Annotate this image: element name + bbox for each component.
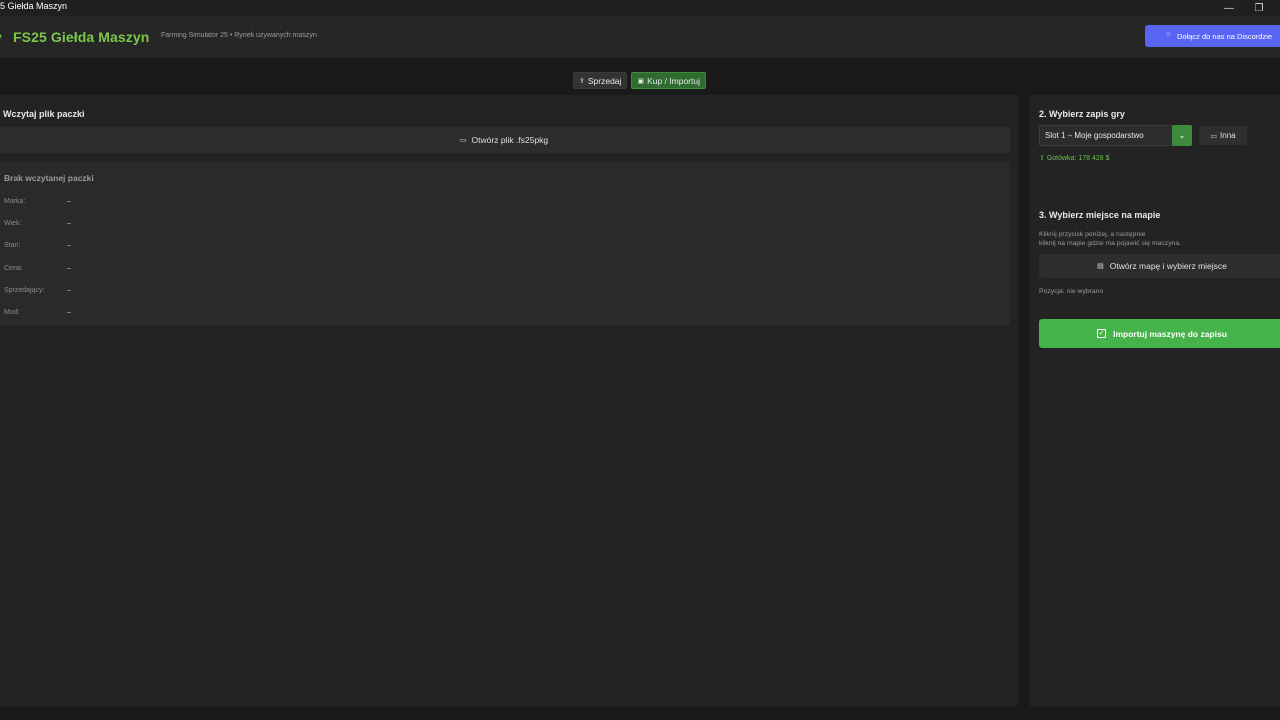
- upload-icon: ⇪: [579, 77, 585, 85]
- package-row-value: –: [67, 287, 71, 294]
- tab-sell-label: Sprzedaj: [587, 75, 622, 86]
- package-row-key: Marka:: [4, 198, 26, 205]
- window-title: 5 Giełda Maszyn: [0, 1, 68, 11]
- package-row-age: Wiek: –: [4, 220, 304, 227]
- app-subtitle: Farming Simulator 25 • Rynek używanych m…: [161, 32, 317, 39]
- import-settings-panel: 2. Wybierz zapis gry Slot 1 – Moje gospo…: [1029, 95, 1280, 707]
- choose-save-title: 2. Wybierz zapis gry: [1039, 109, 1125, 119]
- tab-buy-import-label: Kup / Importuj: [647, 75, 700, 86]
- package-row-key: Stan:: [4, 242, 21, 249]
- checkbox-icon: ✓: [1097, 329, 1107, 338]
- package-info-card: Brak wczytanej paczki Marka: – Wiek: – Sta…: [0, 161, 1010, 325]
- discord-button[interactable]: ○ Dołącz do nas na Discordzie: [1145, 25, 1280, 47]
- load-package-panel: . Wczytaj plik paczki ▭ Otwórz plik .fs2…: [0, 95, 1018, 707]
- position-status: Pozycja: nie wybrano: [1039, 288, 1104, 295]
- map-hint: Kliknij przycisk poniżej, a następnie kl…: [1039, 230, 1181, 248]
- package-row-brand: Marka: –: [4, 198, 304, 205]
- open-file-button[interactable]: ▭ Otwórz plik .fs25pkg: [0, 127, 1010, 153]
- package-row-key: Cena:: [4, 265, 23, 272]
- discord-button-label: Dołącz do nas na Discordzie: [1177, 31, 1273, 41]
- chevron-down-icon[interactable]: ⌄: [1172, 125, 1192, 146]
- logo-icon: ♠: [0, 31, 4, 42]
- package-row-value: –: [67, 198, 71, 205]
- package-row-mod: Mod: –: [4, 309, 304, 316]
- import-machine-label: Importuj maszynę do zapisu: [1113, 328, 1227, 339]
- map-hint-line: kliknij na mapie gdzie ma pojawić się ma…: [1039, 240, 1182, 247]
- package-row-key: Wiek:: [4, 220, 22, 227]
- import-machine-button[interactable]: ✓ Importuj maszynę do zapisu: [1039, 319, 1280, 348]
- tab-sell[interactable]: ⇪ Sprzedaj: [573, 72, 628, 89]
- open-map-button[interactable]: ▤ Otwórz mapę i wybierz miejsce: [1039, 254, 1280, 278]
- restore-icon[interactable]: ❐: [1244, 0, 1274, 16]
- cash-text: Gotówka: 178 428 $: [1046, 155, 1110, 162]
- save-slot-value: Slot 1 – Moje gospodarstwo: [1045, 131, 1144, 140]
- other-save-button[interactable]: ▭ Inna: [1199, 126, 1247, 145]
- map-hint-line: Kliknij przycisk poniżej, a następnie: [1039, 231, 1146, 238]
- app-header: ♠ FS25 Giełda Maszyn Farming Simulator 2…: [0, 16, 1280, 58]
- folder-icon: ▭: [1210, 132, 1218, 140]
- package-row-seller: Sprzedający: –: [4, 287, 304, 294]
- tab-buy-import[interactable]: ▣ Kup / Importuj: [631, 72, 706, 89]
- package-row-value: –: [67, 242, 71, 249]
- package-row-key: Sprzedający:: [4, 287, 45, 294]
- money-icon: ⇧: [1039, 155, 1047, 162]
- minimize-icon[interactable]: —: [1214, 0, 1244, 16]
- save-slot-select[interactable]: Slot 1 – Moje gospodarstwo: [1039, 125, 1192, 146]
- app-title: FS25 Giełda Maszyn: [13, 29, 150, 45]
- package-row-condition: Stan: –: [4, 242, 304, 249]
- mode-tabs: ⇪ Sprzedaj ▣ Kup / Importuj: [573, 72, 706, 89]
- load-package-title: . Wczytaj plik paczki: [0, 109, 85, 119]
- other-save-label: Inna: [1220, 131, 1236, 140]
- package-row-key: Mod:: [4, 309, 20, 316]
- open-map-label: Otwórz mapę i wybierz miejsce: [1109, 261, 1227, 271]
- open-file-label: Otwórz plik .fs25pkg: [471, 135, 549, 145]
- choose-location-title: 3. Wybierz miejsce na mapie: [1039, 210, 1161, 220]
- import-icon: ▣: [637, 77, 645, 85]
- window-titlebar: 5 Giełda Maszyn — ❐: [0, 0, 1280, 16]
- folder-icon: ▭: [459, 137, 467, 144]
- package-row-value: –: [67, 309, 71, 316]
- cash-balance: ⇧ Gotówka: 178 428 $: [1039, 154, 1109, 162]
- package-row-value: –: [67, 265, 71, 272]
- package-status-title: Brak wczytanej paczki: [4, 173, 94, 183]
- package-row-value: –: [67, 220, 71, 227]
- map-icon: ▤: [1097, 263, 1104, 270]
- package-row-price: Cena: –: [4, 265, 304, 272]
- chat-icon: ○: [1166, 31, 1171, 38]
